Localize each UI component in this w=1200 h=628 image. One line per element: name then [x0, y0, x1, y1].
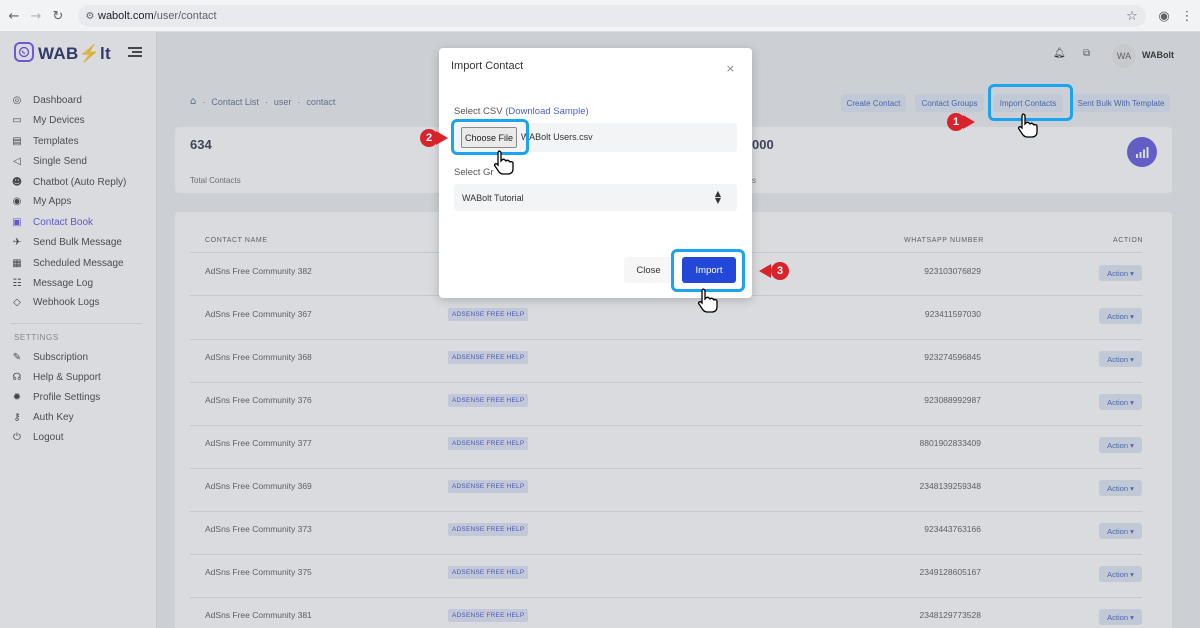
import-button-highlight [671, 249, 745, 292]
site-info-icon[interactable]: ⚙ [80, 6, 100, 26]
forward-arrow-icon[interactable]: → [26, 6, 46, 26]
csv-label: Select CSV (Download Sample) [454, 106, 589, 117]
select-arrows-icon: ▲ ▼ [714, 189, 721, 205]
choose-file-highlight [451, 119, 529, 155]
back-arrow-icon[interactable]: ← [4, 6, 24, 26]
csv-label-text: Select CSV [454, 106, 503, 117]
group-select[interactable]: WABolt Tutorial ▲ ▼ [454, 184, 737, 211]
browser-toolbar: ← → ↻ ⚙ wabolt.com/user/contact ☆ ◉ ⋮ [0, 0, 1200, 32]
bookmark-star-icon[interactable]: ☆ [1122, 6, 1142, 26]
hand-cursor-icon [697, 288, 718, 313]
reload-icon[interactable]: ↻ [48, 6, 68, 26]
step-1-arrow-icon [963, 115, 975, 129]
browser-menu-icon[interactable]: ⋮ [1177, 6, 1197, 26]
download-sample-link[interactable]: (Download Sample) [505, 106, 588, 117]
group-label: Select Gr [454, 167, 494, 178]
url-host: wabolt.com [98, 10, 154, 22]
close-icon[interactable]: × [726, 62, 735, 75]
group-select-value: WABolt Tutorial [462, 193, 524, 203]
modal-title: Import Contact [451, 60, 524, 72]
step-3-arrow-icon [759, 264, 771, 278]
hand-cursor-icon [1017, 113, 1038, 138]
hand-cursor-icon [493, 150, 514, 175]
close-button[interactable]: Close [624, 257, 673, 283]
address-bar[interactable] [78, 5, 1146, 27]
selected-file-name: WABolt Users.csv [521, 132, 593, 142]
step-3-marker: 3 [771, 262, 789, 280]
url-path: /user/contact [153, 10, 217, 22]
profile-icon[interactable]: ◉ [1154, 6, 1174, 26]
step-2-arrow-icon [436, 131, 448, 145]
url-text[interactable]: wabolt.com/user/contact [98, 10, 217, 22]
